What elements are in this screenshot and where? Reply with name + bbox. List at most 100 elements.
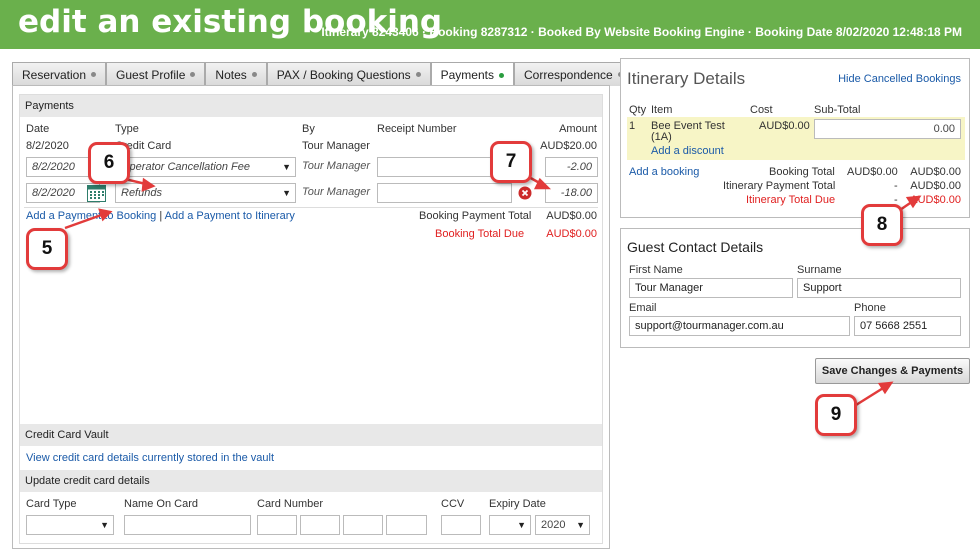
card-type-label: Card Type <box>26 498 77 510</box>
phone-input[interactable]: 07 5668 2551 <box>854 316 961 336</box>
payment-by: Tour Manager <box>302 186 371 198</box>
col-cost-header: Cost <box>750 104 773 116</box>
card-type-select[interactable]: ▼ <box>26 515 114 535</box>
itinerary-payment-total-value: AUD$0.00 <box>910 180 961 192</box>
col-receipt-header: Receipt Number <box>377 123 457 135</box>
tab-label: Reservation <box>22 67 87 82</box>
payment-amount: AUD$20.00 <box>540 140 597 152</box>
tab-notes[interactable]: Notes <box>205 62 267 86</box>
surname-input[interactable]: Support <box>797 278 961 298</box>
payment-type-value: Operator Cancellation Fee <box>121 161 251 173</box>
item-code: (1A) <box>651 131 672 143</box>
card-number-input-4[interactable] <box>386 515 427 535</box>
add-discount-link[interactable]: Add a discount <box>651 145 724 157</box>
tab-dot-icon <box>415 72 421 77</box>
dropdown-arrow-icon: ▼ <box>576 520 585 530</box>
add-payment-links: Add a Payment to Booking | Add a Payment… <box>26 210 295 222</box>
payment-type-value: Refunds <box>121 187 162 199</box>
view-vault-link[interactable]: View credit card details currently store… <box>26 452 274 464</box>
itinerary-payment-total-label: Itinerary Payment Total <box>723 180 836 192</box>
expiry-date-label: Expiry Date <box>489 498 546 510</box>
dropdown-arrow-icon: ▼ <box>282 188 291 198</box>
col-amount-header: Amount <box>559 123 597 135</box>
hide-cancelled-bookings-link[interactable]: Hide Cancelled Bookings <box>838 73 961 85</box>
payment-by: Tour Manager <box>302 140 370 152</box>
expiry-year-value: 2020 <box>541 519 566 531</box>
credit-card-vault-header: Credit Card Vault <box>20 424 602 446</box>
ccv-label: CCV <box>441 498 465 510</box>
name-on-card-label: Name On Card <box>124 498 198 510</box>
dropdown-arrow-icon: ▼ <box>282 162 291 172</box>
dropdown-arrow-icon: ▼ <box>100 520 109 530</box>
itinerary-payment-total-dash: - <box>894 180 898 192</box>
tab-pax-booking-questions[interactable]: PAX / Booking Questions <box>266 62 431 86</box>
tab-guest-profile[interactable]: Guest Profile <box>106 62 206 86</box>
payment-amount-input[interactable]: -2.00 <box>545 157 598 177</box>
header-bar: edit an existing booking Itinerary 82434… <box>0 0 980 49</box>
card-number-label: Card Number <box>257 498 324 510</box>
col-type-header: Type <box>115 123 139 135</box>
email-input[interactable]: support@tourmanager.com.au <box>629 316 850 336</box>
tab-label: Payments <box>440 68 494 82</box>
add-payment-to-booking-link[interactable]: Add a Payment to Booking <box>26 210 156 222</box>
add-payment-to-itinerary-link[interactable]: Add a Payment to Itinerary <box>165 210 295 222</box>
tab-active-dot-icon <box>498 72 504 78</box>
item-subtotal-input[interactable]: 0.00 <box>814 119 961 139</box>
booking-total-due-value: AUD$0.00 <box>546 228 597 240</box>
booking-payment-total-label: Booking Payment Total <box>419 210 532 222</box>
item-cost: AUD$0.00 <box>759 120 810 132</box>
itinerary-total-due-label: Itinerary Total Due <box>746 194 836 206</box>
payment-type-select[interactable]: Operator Cancellation Fee ▼ <box>115 157 296 177</box>
receipt-number-input[interactable] <box>377 183 512 203</box>
dropdown-arrow-icon: ▼ <box>517 520 526 530</box>
callout-6: 6 <box>88 142 130 184</box>
tab-dot-icon <box>251 72 257 77</box>
booking-total-due-label: Booking Total Due <box>435 228 525 240</box>
tab-label: Guest Profile <box>116 67 186 82</box>
expiry-month-select[interactable]: ▼ <box>489 515 531 535</box>
col-item-header: Item <box>651 104 673 116</box>
tab-reservation[interactable]: Reservation <box>12 62 107 86</box>
col-qty-header: Qty <box>629 104 647 116</box>
card-number-input-3[interactable] <box>343 515 383 535</box>
tab-correspondence[interactable]: Correspondence <box>513 62 633 86</box>
col-subtotal-header: Sub-Total <box>814 104 861 116</box>
ccv-input[interactable] <box>441 515 481 535</box>
col-date-header: Date <box>26 123 50 135</box>
item-qty: 1 <box>629 120 636 132</box>
payment-date: 8/2/2020 <box>26 140 69 152</box>
save-changes-payments-button[interactable]: Save Changes & Payments <box>815 358 970 384</box>
card-number-input-2[interactable] <box>300 515 340 535</box>
divider <box>24 207 598 208</box>
link-separator: | <box>159 210 163 222</box>
booking-total-value: AUD$0.00 <box>847 166 898 178</box>
tab-dot-icon <box>91 72 97 77</box>
guest-contact-title: Guest Contact Details <box>627 239 764 255</box>
tab-dot-icon <box>190 72 196 77</box>
first-name-input[interactable]: Tour Manager <box>629 278 793 298</box>
card-number-input-1[interactable] <box>257 515 297 535</box>
callout-8: 8 <box>861 204 903 246</box>
payments-section-header: Payments <box>20 95 602 117</box>
tab-label: Notes <box>215 67 247 82</box>
payment-type-select[interactable]: Refunds ▼ <box>115 183 296 203</box>
booking-info: Itinerary 8243406 · Booking 8287312 · Bo… <box>321 25 962 39</box>
remove-payment-icon[interactable] <box>518 186 532 203</box>
payment-by: Tour Manager <box>302 160 371 172</box>
add-booking-link[interactable]: Add a booking <box>629 166 699 178</box>
booking-total-subtotal: AUD$0.00 <box>910 166 961 178</box>
name-on-card-input[interactable] <box>124 515 251 535</box>
itinerary-details-panel: Itinerary Details Hide Cancelled Booking… <box>620 58 970 218</box>
col-by-header: By <box>302 123 315 135</box>
booking-payment-total-value: AUD$0.00 <box>546 210 597 222</box>
callout-5: 5 <box>26 228 68 270</box>
email-label: Email <box>629 302 657 314</box>
calendar-icon[interactable] <box>87 184 106 205</box>
tab-payments[interactable]: Payments <box>430 62 514 87</box>
payment-amount-input[interactable]: -18.00 <box>545 183 598 203</box>
booking-total-label: Booking Total <box>769 166 835 178</box>
tab-label: Correspondence <box>523 67 613 82</box>
expiry-year-select[interactable]: 2020 ▼ <box>535 515 590 535</box>
callout-7: 7 <box>490 141 532 183</box>
itinerary-title: Itinerary Details <box>627 69 746 88</box>
